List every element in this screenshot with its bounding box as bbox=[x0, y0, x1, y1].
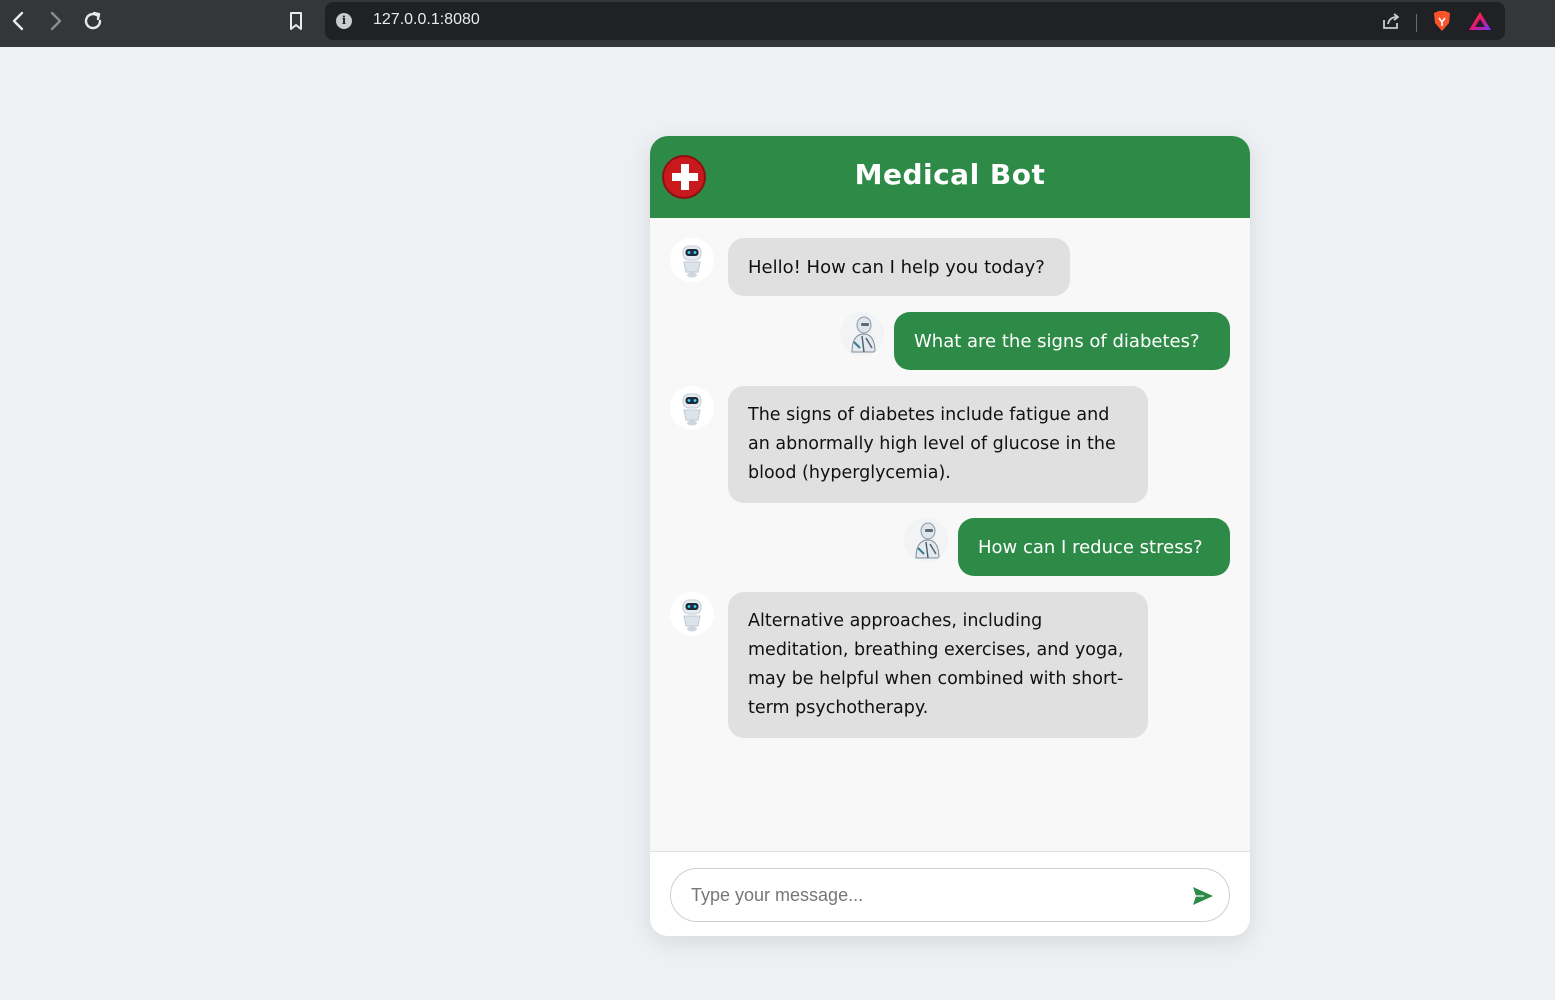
share-icon[interactable] bbox=[1380, 10, 1402, 36]
chat-title: Medical Bot bbox=[854, 158, 1046, 191]
back-icon[interactable] bbox=[6, 8, 32, 34]
bot-avatar-icon bbox=[670, 592, 714, 636]
bookmark-icon[interactable] bbox=[283, 8, 309, 34]
message-list: Hello! How can I help you today? What ar… bbox=[650, 218, 1250, 851]
bot-avatar-icon bbox=[670, 386, 714, 430]
message-text: The signs of diabetes include fatigue an… bbox=[728, 386, 1148, 503]
message-composer bbox=[650, 851, 1250, 936]
reload-icon[interactable] bbox=[80, 8, 106, 34]
info-icon[interactable]: i bbox=[336, 13, 352, 29]
chat-window: Medical Bot Hello! How can I help you to… bbox=[650, 136, 1250, 936]
url-text: 127.0.0.1:8080 bbox=[373, 11, 480, 28]
send-icon[interactable] bbox=[1191, 884, 1215, 908]
address-bar[interactable]: i 127.0.0.1:8080 bbox=[325, 2, 1505, 40]
user-avatar-icon bbox=[840, 312, 884, 356]
message-text: Hello! How can I help you today? bbox=[728, 238, 1070, 296]
message-input-wrapper bbox=[670, 868, 1230, 922]
message-text: What are the signs of diabetes? bbox=[894, 312, 1230, 370]
rewards-icon[interactable] bbox=[1467, 10, 1493, 36]
message-text: How can I reduce stress? bbox=[958, 518, 1230, 576]
browser-toolbar: i 127.0.0.1:8080 bbox=[0, 0, 1555, 47]
brave-shield-icon[interactable] bbox=[1431, 9, 1453, 37]
divider bbox=[1416, 14, 1417, 32]
forward-icon[interactable] bbox=[42, 8, 68, 34]
chat-header: Medical Bot bbox=[650, 136, 1250, 218]
user-avatar-icon bbox=[904, 518, 948, 562]
message-input[interactable] bbox=[691, 869, 1181, 921]
message-text: Alternative approaches, including medita… bbox=[728, 592, 1148, 738]
bot-avatar-icon bbox=[670, 238, 714, 282]
